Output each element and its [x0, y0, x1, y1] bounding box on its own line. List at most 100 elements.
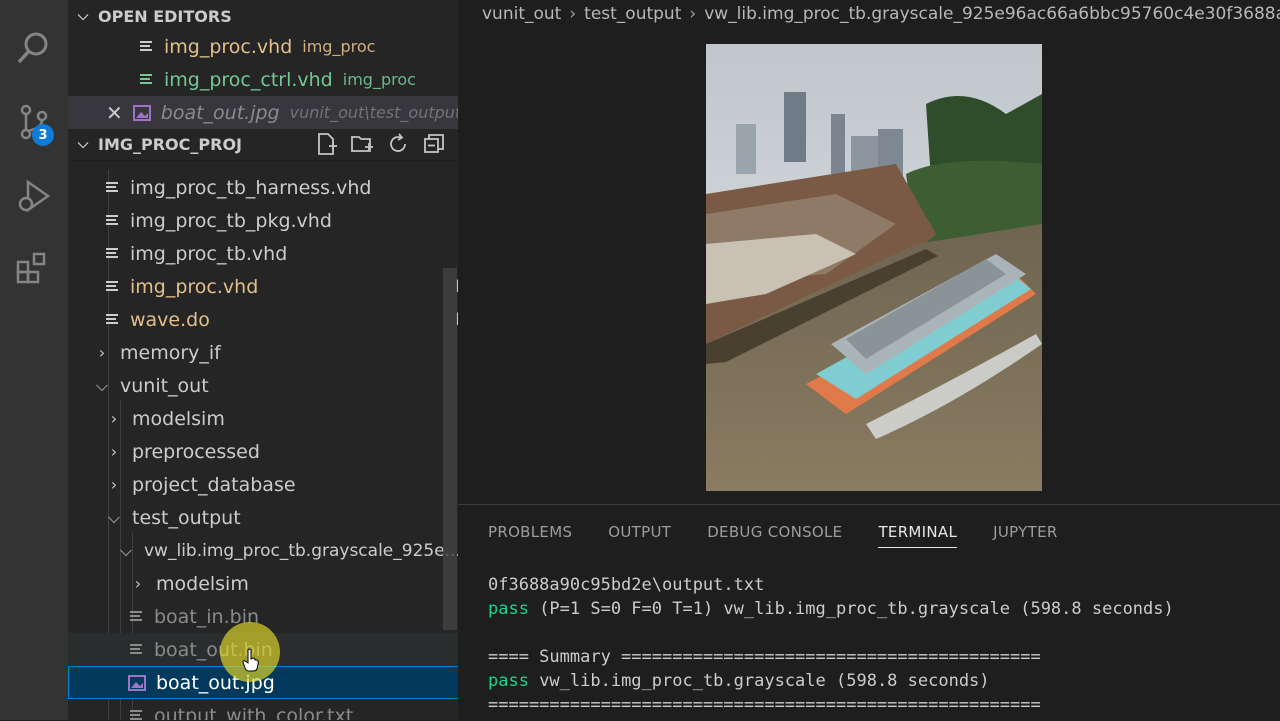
tree-folder[interactable]: ⌵ vw_lib.img_proc_tb.grayscale_925e... — [68, 534, 458, 567]
file-lines-icon — [106, 247, 118, 258]
hand-cursor-icon — [242, 648, 259, 672]
tree-file[interactable]: img_proc_tb.vhd — [68, 237, 458, 270]
run-debug-icon[interactable] — [12, 174, 56, 218]
tab-debug-console[interactable]: DEBUG CONSOLE — [707, 523, 842, 548]
chevron-right-icon: › — [689, 4, 697, 24]
open-editor-desc: img_proc — [302, 37, 376, 56]
file-lines-icon — [130, 709, 142, 720]
open-editors-title: OPEN EDITORS — [98, 6, 232, 26]
open-editor-item[interactable]: img_proc.vhd img_proc M — [68, 30, 458, 63]
tree-label: modelsim — [132, 407, 225, 430]
tree-label: preprocessed — [132, 440, 260, 463]
chevron-down-icon: ⌵ — [119, 540, 133, 560]
tree-label: vw_lib.img_proc_tb.grayscale_925e... — [144, 540, 458, 561]
open-editor-item[interactable]: ✕ boat_out.jpg vunit_out\test_output... — [68, 96, 458, 129]
tree-file[interactable]: img_proc_tb_pkg.vhd — [68, 204, 458, 237]
terminal-text: vw_lib.img_proc_tb.grayscale (598.8 seco… — [528, 671, 990, 691]
tree-file[interactable]: img_proc_tb_harness.vhd — [68, 171, 458, 204]
image-file-icon — [132, 104, 151, 121]
open-editor-desc: img_proc — [342, 70, 416, 89]
tree-label: img_proc_tb.vhd — [130, 242, 288, 265]
refresh-icon[interactable] — [386, 132, 410, 156]
activity-bar: 3 — [0, 0, 68, 720]
explorer-sidebar: ⌵ OPEN EDITORS img_proc.vhd img_proc M i… — [68, 0, 458, 720]
tab-output[interactable]: OUTPUT — [608, 523, 671, 548]
tree-folder[interactable]: ⌵ test_output — [68, 501, 458, 534]
project-title: IMG_PROC_PROJ — [98, 134, 242, 154]
chevron-right-icon: › — [110, 442, 118, 461]
image-file-icon — [128, 674, 146, 691]
tree-folder[interactable]: › memory_if — [68, 336, 458, 369]
collapse-all-icon[interactable] — [422, 132, 446, 156]
terminal-text: (P=1 S=0 F=0 T=1) vw_lib.img_proc_tb.gra… — [528, 599, 1174, 619]
extensions-icon[interactable] — [12, 246, 56, 290]
tree-label: wave.do — [130, 308, 210, 331]
tree-label: memory_if — [120, 341, 221, 364]
tree-file[interactable]: img_proc.vhd M — [68, 270, 458, 303]
tree-label: img_proc_tb_pkg.vhd — [130, 209, 332, 232]
open-editor-name: img_proc_ctrl.vhd — [164, 68, 333, 91]
chevron-down-icon: ⌵ — [77, 8, 89, 24]
tree-label: img_proc_tb_harness.vhd — [130, 176, 372, 199]
tree-label: img_proc.vhd — [130, 275, 259, 298]
new-file-icon[interactable] — [314, 132, 338, 156]
tree-label: output_with_color.txt — [154, 704, 354, 721]
tree-folder[interactable]: › preprocessed — [68, 435, 458, 468]
source-control-badge: 3 — [32, 124, 54, 146]
search-icon[interactable] — [12, 26, 56, 70]
file-lines-icon — [130, 610, 142, 621]
file-lines-icon — [140, 73, 152, 84]
boat-photo — [706, 44, 1042, 491]
open-editor-name: boat_out.jpg — [160, 101, 280, 124]
tree-label: vunit_out — [120, 374, 209, 397]
file-lines-icon — [130, 643, 142, 654]
file-lines-icon — [106, 214, 118, 225]
terminal-line: ==== Summary ===========================… — [488, 647, 1041, 667]
tree-file[interactable]: output_with_color.txt — [68, 699, 458, 720]
open-editors-header[interactable]: ⌵ OPEN EDITORS — [68, 0, 458, 32]
file-lines-icon — [140, 40, 152, 51]
bottom-panel: PROBLEMS OUTPUT DEBUG CONSOLE TERMINAL J… — [458, 504, 1280, 721]
tab-problems[interactable]: PROBLEMS — [488, 523, 572, 548]
chevron-down-icon: ⌵ — [95, 375, 109, 395]
chevron-right-icon: › — [569, 4, 577, 24]
open-editor-desc: vunit_out\test_output... — [289, 103, 458, 122]
breadcrumb-item[interactable]: vw_lib.img_proc_tb.grayscale_925e96ac66a… — [704, 4, 1280, 24]
tree-label: test_output — [132, 506, 241, 529]
project-header[interactable]: ⌵ IMG_PROC_PROJ — [68, 128, 458, 161]
file-lines-icon — [106, 313, 118, 324]
chevron-down-icon: ⌵ — [77, 136, 89, 152]
chevron-right-icon: › — [134, 574, 142, 593]
open-editor-name: img_proc.vhd — [164, 35, 293, 58]
file-lines-icon — [106, 280, 118, 291]
breadcrumb-item[interactable]: test_output — [584, 4, 681, 24]
tree-folder[interactable]: › modelsim — [68, 567, 458, 600]
tree-folder[interactable]: › project_database — [68, 468, 458, 501]
chevron-right-icon: › — [98, 343, 106, 362]
tree-folder[interactable]: › modelsim — [68, 402, 458, 435]
breadcrumb-item[interactable]: vunit_out — [482, 4, 561, 24]
chevron-right-icon: › — [110, 475, 118, 494]
chevron-right-icon: › — [110, 409, 118, 428]
tree-label: project_database — [132, 473, 296, 496]
new-folder-icon[interactable] — [350, 132, 374, 156]
open-editor-item[interactable]: img_proc_ctrl.vhd img_proc U — [68, 63, 458, 96]
panel-tabs: PROBLEMS OUTPUT DEBUG CONSOLE TERMINAL J… — [488, 523, 1094, 548]
chevron-down-icon: ⌵ — [107, 507, 121, 527]
sidebar-scrollbar[interactable] — [443, 268, 457, 630]
pass-text: pass — [488, 599, 529, 619]
terminal-output[interactable]: 0f3688a90c95bd2e\output.txt pass (P=1 S=0… — [488, 573, 1174, 717]
terminal-line: pass (P=1 S=0 F=0 T=1) vw_lib.img_proc_t… — [488, 597, 1174, 621]
terminal-line: ========================================… — [488, 695, 1041, 715]
explorer-actions — [314, 128, 446, 160]
tree-file[interactable]: wave.do M — [68, 303, 458, 336]
tree-folder[interactable]: ⌵ vunit_out — [68, 369, 458, 402]
tree-label: modelsim — [156, 572, 249, 595]
tab-terminal[interactable]: TERMINAL — [878, 523, 958, 548]
close-icon[interactable]: ✕ — [106, 101, 123, 125]
file-lines-icon — [106, 181, 118, 192]
breadcrumb: vunit_out › test_output › vw_lib.img_pro… — [458, 0, 1280, 28]
image-preview — [706, 44, 1042, 491]
tab-jupyter[interactable]: JUPYTER — [993, 523, 1057, 548]
